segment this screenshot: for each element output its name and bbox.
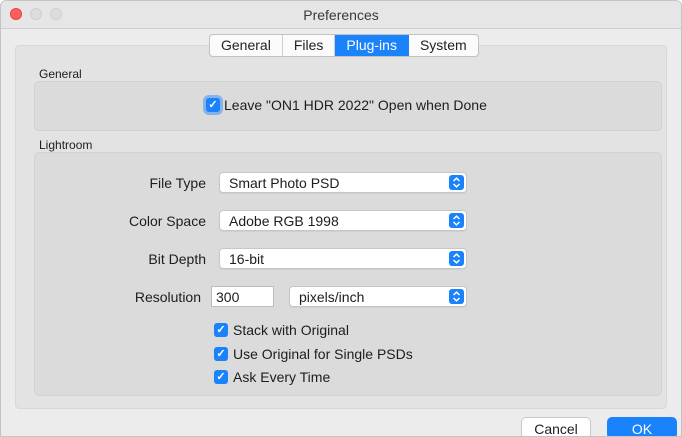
leave-open-checkbox[interactable]: ✓ xyxy=(206,98,220,112)
color-space-select[interactable]: Adobe RGB 1998 xyxy=(219,210,467,231)
tab-system[interactable]: System xyxy=(409,35,478,56)
tab-bar: General Files Plug-ins System xyxy=(209,34,479,57)
bit-depth-select[interactable]: 16-bit xyxy=(219,248,467,269)
leave-open-label: Leave "ON1 HDR 2022" Open when Done xyxy=(224,97,487,113)
color-space-value: Adobe RGB 1998 xyxy=(229,213,339,229)
checkmark-icon: ✓ xyxy=(216,348,226,360)
resolution-unit-select[interactable]: pixels/inch xyxy=(289,286,467,307)
checkmark-icon: ✓ xyxy=(216,324,226,336)
chevron-updown-icon xyxy=(449,175,464,190)
tab-plug-ins[interactable]: Plug-ins xyxy=(335,35,409,56)
general-section-label: General xyxy=(39,67,82,81)
chevron-updown-icon xyxy=(449,251,464,266)
ask-every-time-label: Ask Every Time xyxy=(233,369,331,385)
resolution-value-field[interactable] xyxy=(212,287,273,306)
title-bar: Preferences xyxy=(1,1,681,29)
resolution-label: Resolution xyxy=(134,289,201,305)
bit-depth-value: 16-bit xyxy=(229,251,265,267)
use-original-checkbox[interactable]: ✓ xyxy=(214,347,228,361)
stack-with-original-label: Stack with Original xyxy=(233,322,349,338)
ask-every-time-checkbox[interactable]: ✓ xyxy=(214,370,228,384)
stack-with-original-checkbox[interactable]: ✓ xyxy=(214,323,228,337)
checkmark-icon: ✓ xyxy=(208,99,218,111)
color-space-label: Color Space xyxy=(128,213,206,229)
lightroom-section-label: Lightroom xyxy=(39,138,93,152)
checkmark-icon: ✓ xyxy=(216,371,226,383)
use-original-label: Use Original for Single PSDs xyxy=(233,346,413,362)
resolution-unit-value: pixels/inch xyxy=(299,289,365,305)
chevron-updown-icon xyxy=(449,213,464,228)
tab-general[interactable]: General xyxy=(210,35,283,56)
file-type-label: File Type xyxy=(149,175,206,191)
bit-depth-label: Bit Depth xyxy=(148,251,206,267)
preferences-window: Preferences General Files Plug-ins Syste… xyxy=(0,0,682,437)
ok-button[interactable]: OK xyxy=(607,417,677,436)
window-title: Preferences xyxy=(303,7,379,23)
resolution-input[interactable] xyxy=(211,286,274,307)
file-type-value: Smart Photo PSD xyxy=(229,175,340,191)
file-type-select[interactable]: Smart Photo PSD xyxy=(219,172,467,193)
chevron-updown-icon xyxy=(449,289,464,304)
tab-files[interactable]: Files xyxy=(283,35,336,56)
cancel-button[interactable]: Cancel xyxy=(521,417,591,436)
